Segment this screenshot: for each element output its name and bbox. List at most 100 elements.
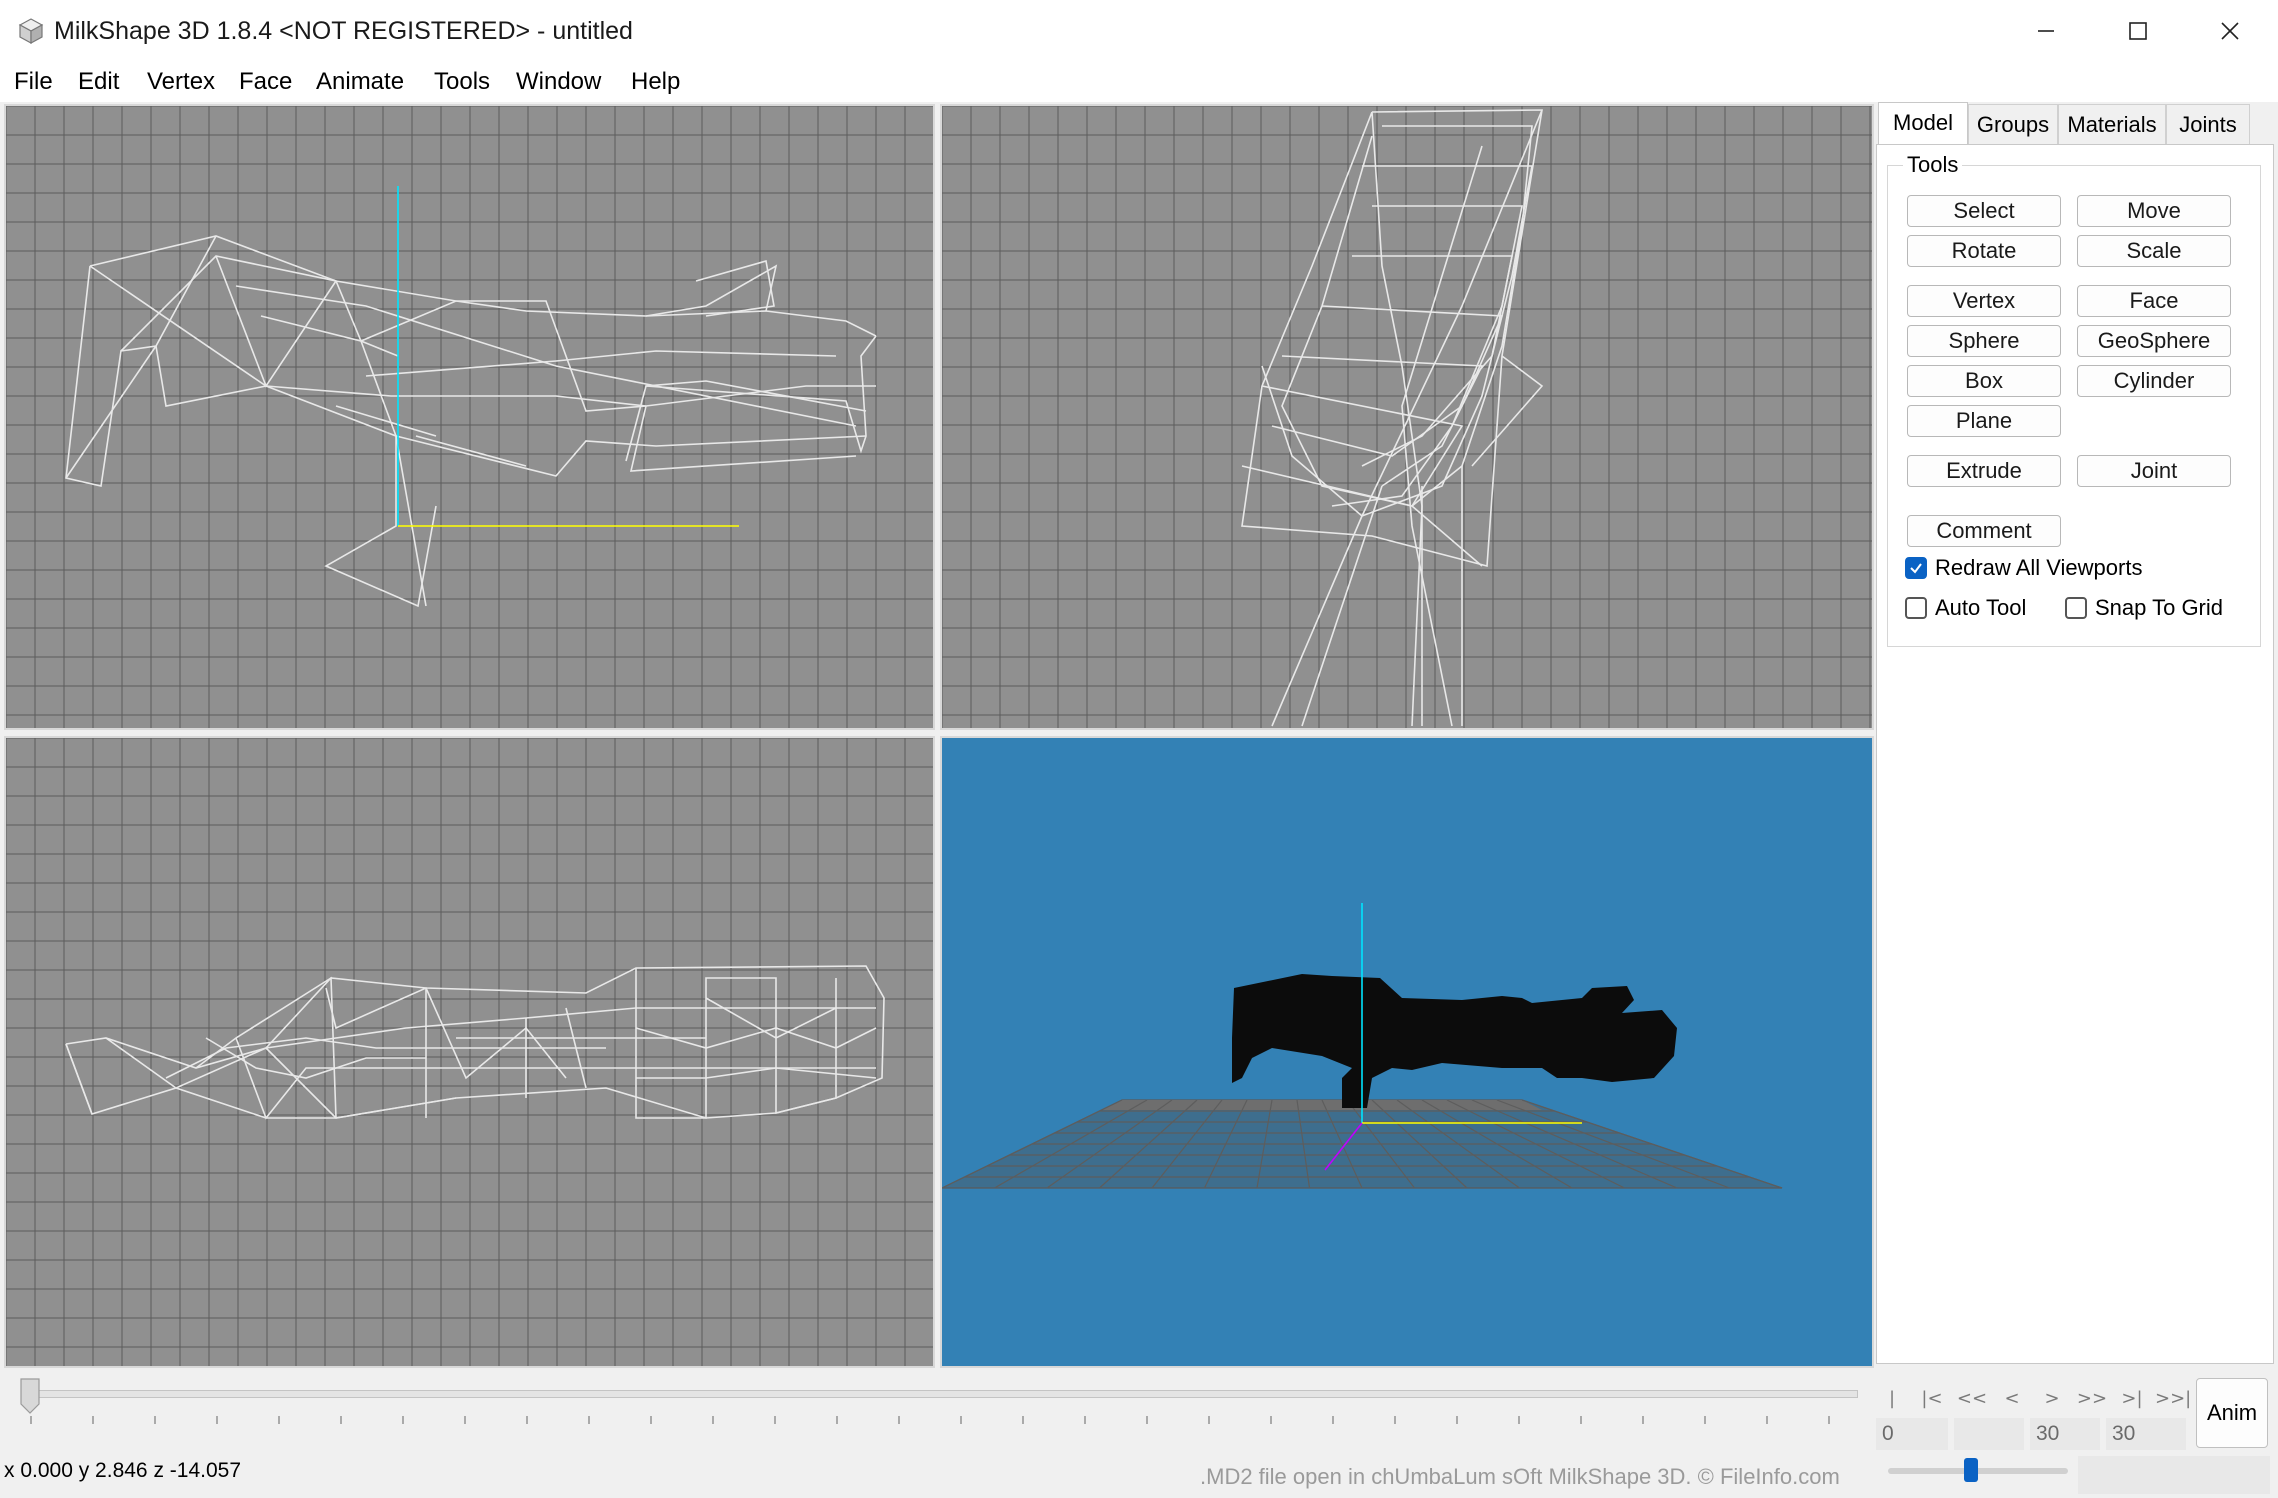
select-button[interactable]: Select [1907,195,2061,227]
app-icon [18,18,44,45]
snap-to-grid-label: Snap To Grid [2095,595,2224,620]
wireframe-model [65,965,885,1120]
sphere-button[interactable]: Sphere [1907,325,2061,357]
timeline-tick [1146,1416,1148,1424]
close-icon [2221,22,2239,40]
plane-button[interactable]: Plane [1907,405,2061,437]
timeline-tick [836,1416,838,1424]
redraw-all-checkbox[interactable]: Redraw All Viewports [1905,553,2142,583]
auto-tool-label: Auto Tool [1935,595,2027,620]
redraw-all-label: Redraw All Viewports [1935,555,2143,580]
timeline-tick [650,1416,652,1424]
extrude-button[interactable]: Extrude [1907,455,2061,487]
prev-frame-button[interactable]: < [1995,1384,2029,1414]
viewport-side[interactable] [4,104,935,730]
timeline-tick [278,1416,280,1424]
front-view-canvas [6,738,933,1366]
timeline-tick [588,1416,590,1424]
timeline-tick [1704,1416,1706,1424]
menu-animate[interactable]: Animate [316,66,404,98]
frame-field-2[interactable] [1954,1418,2024,1450]
menu-help[interactable]: Help [631,66,680,98]
geosphere-button[interactable]: GeoSphere [2077,325,2231,357]
timeline-tick [1456,1416,1458,1424]
checkbox-checked-icon [1905,557,1927,579]
viewport-grid [6,738,933,1366]
snap-to-grid-checkbox[interactable]: Snap To Grid [2065,593,2223,623]
move-button[interactable]: Move [2077,195,2231,227]
status-box [2078,1456,2270,1494]
timeline-tick [1766,1416,1768,1424]
face-button[interactable]: Face [2077,285,2231,317]
timeline-tick [774,1416,776,1424]
prev-key-button[interactable]: |< [1915,1384,1949,1414]
timeline-tick [898,1416,900,1424]
tab-materials[interactable]: Materials [2058,104,2166,144]
last-frame-button[interactable]: >>| [2155,1384,2191,1414]
viewport-front[interactable] [4,736,935,1368]
next-key-button[interactable]: >| [2115,1384,2149,1414]
timeline-tick [1332,1416,1334,1424]
timeline-tick [1394,1416,1396,1424]
next-frame-button[interactable]: > [2035,1384,2069,1414]
timeline-tick [1518,1416,1520,1424]
maximize-button[interactable] [2092,0,2184,62]
timeline-tick [1270,1416,1272,1424]
window-title: MilkShape 3D 1.8.4 <NOT REGISTERED> - un… [54,17,633,45]
tab-model[interactable]: Model [1878,102,1968,146]
menu-window[interactable]: Window [516,66,601,98]
menu-vertex[interactable]: Vertex [147,66,215,98]
menu-bar: File Edit Vertex Face Animate Tools Wind… [0,62,2278,102]
menu-edit[interactable]: Edit [78,66,119,98]
viewport-top[interactable] [940,104,1874,730]
gun-model-silhouette [1232,974,1677,1108]
frame-field-3[interactable]: 30 [2030,1418,2100,1450]
frame-field-current[interactable]: 0 [1876,1418,1948,1450]
timeline-tick [526,1416,528,1424]
checkbox-empty-icon [1905,597,1927,619]
box-button[interactable]: Box [1907,365,2061,397]
scale-button[interactable]: Scale [2077,235,2231,267]
watermark-note: .MD2 file open in chUmbaLum sOft MilkSha… [1200,1464,1840,1489]
timeline-thumb[interactable] [20,1378,40,1414]
rewind-button[interactable]: << [1955,1384,1989,1414]
tab-groups[interactable]: Groups [1968,104,2058,144]
animation-bar: |<< |< << < > >> >| >>| Anim 0 30 30 x 0… [0,1368,2278,1498]
timeline-tick [154,1416,156,1424]
model-tab-body: Tools Select Move Rotate Scale Vertex Fa… [1876,144,2274,1364]
timeline-tick [1022,1416,1024,1424]
first-frame-button[interactable]: |<< [1875,1384,1909,1439]
viewport-grid [942,106,1872,728]
tools-group-title: Tools [1903,150,1963,180]
speed-slider-thumb[interactable] [1964,1458,1978,1482]
frame-field-4[interactable]: 30 [2106,1418,2186,1450]
timeline-tick [464,1416,466,1424]
close-button[interactable] [2184,0,2276,62]
rotate-button[interactable]: Rotate [1907,235,2061,267]
speed-slider-track[interactable] [1888,1468,2068,1474]
comment-button[interactable]: Comment [1907,515,2061,547]
minimize-button[interactable] [2000,0,2092,62]
checkbox-empty-icon [2065,597,2087,619]
timeline-tick [340,1416,342,1424]
timeline-tick [1828,1416,1830,1424]
coordinate-readout: x 0.000 y 2.846 z -14.057 [4,1459,241,1482]
timeline-tick [1208,1416,1210,1424]
viewport-3d[interactable] [940,736,1874,1368]
anim-button[interactable]: Anim [2196,1378,2268,1448]
menu-file[interactable]: File [14,66,53,98]
checkmark-icon [1910,563,1922,574]
cylinder-button[interactable]: Cylinder [2077,365,2231,397]
menu-face[interactable]: Face [239,66,292,98]
vertex-button[interactable]: Vertex [1907,285,2061,317]
timeline-tick [1084,1416,1086,1424]
fast-forward-button[interactable]: >> [2075,1384,2109,1414]
joint-button[interactable]: Joint [2077,455,2231,487]
menu-tools[interactable]: Tools [434,66,490,98]
tab-joints[interactable]: Joints [2166,104,2250,144]
timeline-tick [30,1416,32,1424]
minimize-icon [2038,30,2054,32]
auto-tool-checkbox[interactable]: Auto Tool [1905,593,2026,623]
timeline-track[interactable] [24,1390,1858,1398]
timeline-tick [92,1416,94,1424]
